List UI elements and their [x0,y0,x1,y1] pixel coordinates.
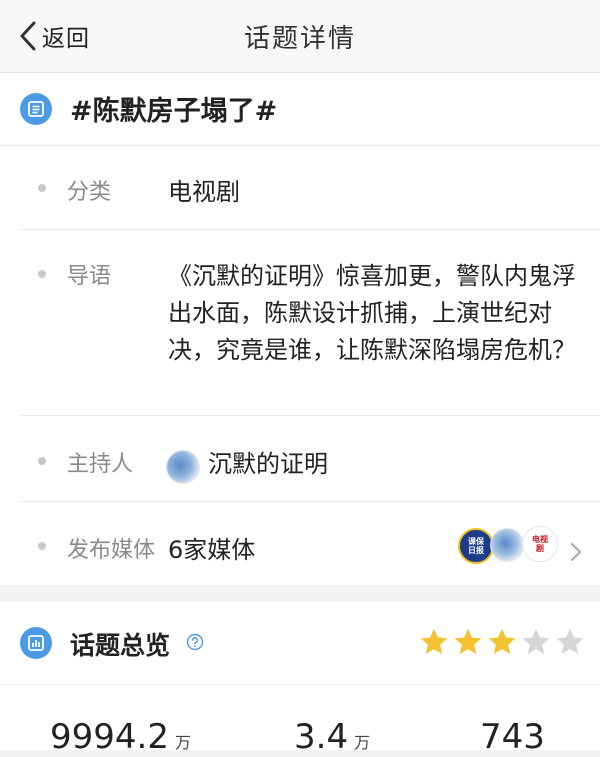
media-logo-tv: 电视剧 [522,526,558,562]
overview-stats: 9994.2 万 3.4 万 743 [0,685,600,757]
media-count[interactable]: 6家媒体 [168,530,255,565]
star-filled-icon [488,628,516,654]
stat-discussion-count: 3.4 万 [294,717,370,757]
topic-detail-card: #陈默房子塌了# 分类 电视剧 导语 《沉默的证明》惊喜加更，警队内鬼浮出水面，… [0,73,600,585]
star-empty-icon [522,628,550,654]
star-filled-icon [420,628,448,654]
bullet-dot [38,542,46,550]
stat-value: 3.4 [294,717,349,757]
media-row[interactable]: 发布媒体 6家媒体 课保 日报 电视剧 [0,502,600,585]
media-logo-newspaper: 课保 日报 [458,528,494,564]
host-name[interactable]: 沉默的证明 [208,444,328,479]
media-logo-group[interactable]: 课保 日报 电视剧 [458,524,558,564]
media-label: 发布媒体 [67,538,156,563]
bullet-dot [38,184,46,192]
stat-unit: 万 [174,733,191,752]
stat-value: 9994.2 [50,717,169,757]
overview-title: 话题总览 [70,631,171,660]
stat-original-count: 743 [480,717,545,757]
intro-label: 导语 [67,264,112,289]
category-label: 分类 [67,180,112,205]
intro-text: 《沉默的证明》惊喜加更，警队内鬼浮出水面，陈默设计抓捕，上演世纪对决，究竟是谁，… [168,262,576,364]
category-row: 分类 电视剧 [0,146,600,230]
bullet-dot [38,457,46,465]
topic-title: #陈默房子塌了# [70,96,278,127]
media-logo-avatar [490,528,524,562]
star-filled-icon [454,628,482,654]
page-title: 话题详情 [243,24,356,54]
rating-stars [418,626,586,660]
topic-header: #陈默房子塌了# [0,73,600,146]
host-row[interactable]: 主持人 沉默的证明 [0,416,600,502]
stat-value: 743 [480,717,545,757]
bullet-dot [38,270,46,278]
stat-unit: 万 [354,733,371,752]
overview-header: 话题总览 [0,602,600,684]
category-value: 电视剧 [168,178,240,206]
top-nav-bar: 返回 话题详情 [0,0,600,73]
stat-read-count: 9994.2 万 [50,717,191,757]
bar-chart-icon [20,627,52,659]
intro-row: 导语 《沉默的证明》惊喜加更，警队内鬼浮出水面，陈默设计抓捕，上演世纪对决，究竟… [0,230,600,416]
star-empty-icon [556,628,584,654]
help-icon[interactable] [186,633,204,651]
host-label: 主持人 [67,452,134,477]
topic-list-icon [20,93,52,125]
host-avatar[interactable] [166,450,200,484]
chevron-right-icon[interactable] [570,542,582,562]
